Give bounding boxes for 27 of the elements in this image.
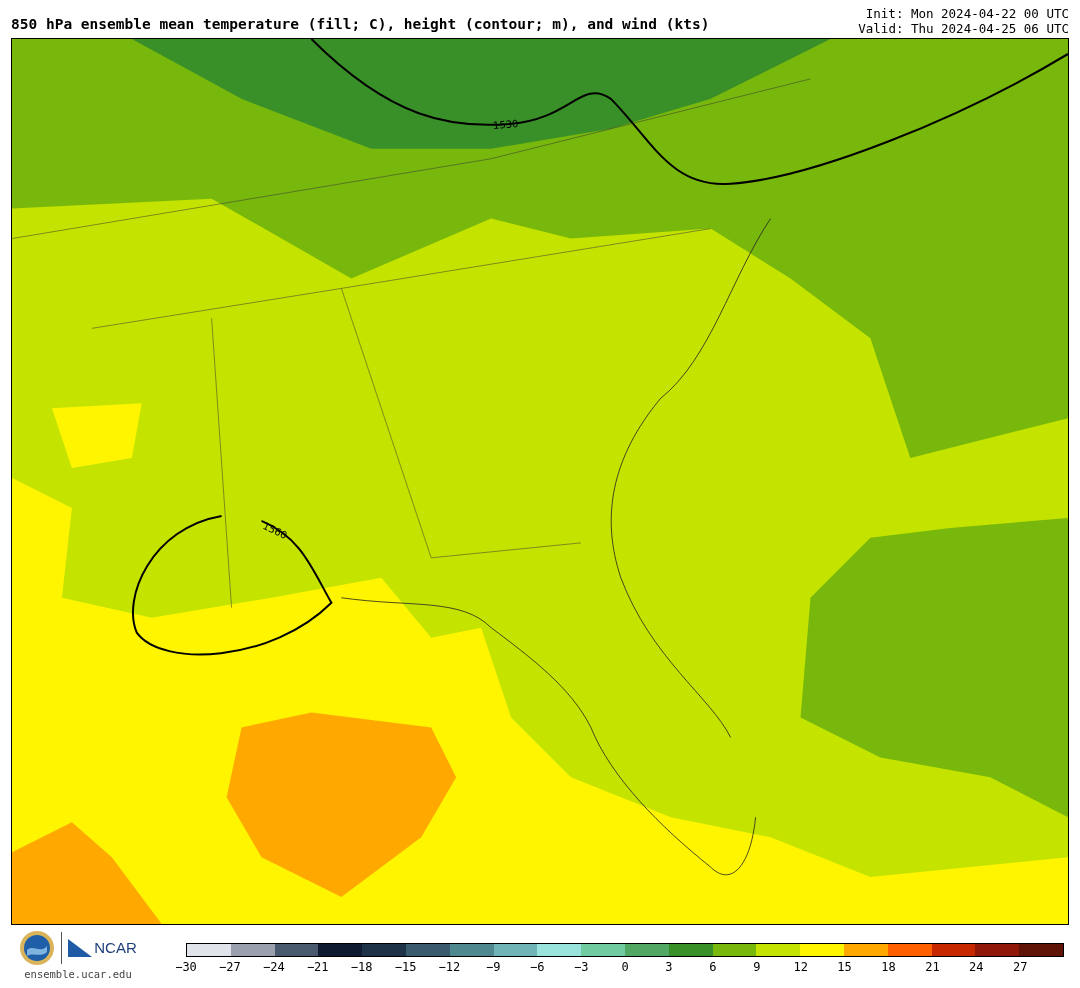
colorbar-tick: −24 (262, 961, 285, 973)
colorbar-tick: 24 (969, 961, 984, 973)
ncar-logo: NCAR (68, 936, 137, 960)
colorbar-tick: −6 (530, 961, 545, 973)
colorbar-tick: 15 (837, 961, 852, 973)
colorbar-tick: −12 (438, 961, 461, 973)
colorbar-tick: 0 (621, 961, 629, 973)
colorbar-tick: −18 (350, 961, 373, 973)
valid-time: Valid: Thu 2024-04-25 06 UTC (858, 21, 1069, 36)
colorbar-tick: 21 (925, 961, 940, 973)
colorbar-tick: −21 (306, 961, 329, 973)
ncar-mark-icon (68, 939, 93, 957)
colorbar-tick: 12 (793, 961, 808, 973)
chart-title: 850 hPa ensemble mean temperature (fill; C), height (contour; m), and wind (kts) (11, 16, 710, 31)
colorbar-tick: −27 (219, 961, 241, 973)
colorbar-tick: −9 (486, 961, 501, 973)
colorbar-tick: 18 (881, 961, 896, 973)
colorbar-tick: 6 (709, 961, 717, 973)
globe-logo-icon (19, 930, 56, 966)
site-url: ensemble.ucar.edu (24, 967, 132, 982)
colorbar-tick: −30 (175, 961, 197, 973)
colorbar-tick: 27 (1013, 961, 1028, 973)
init-time: Init: Mon 2024-04-22 00 UTC (865, 6, 1069, 21)
colorbar-tick: −3 (573, 961, 589, 973)
colorbar-tick: 3 (665, 961, 673, 973)
colorbar-tick: −15 (394, 961, 417, 973)
colorbar-tick: 9 (753, 961, 761, 973)
